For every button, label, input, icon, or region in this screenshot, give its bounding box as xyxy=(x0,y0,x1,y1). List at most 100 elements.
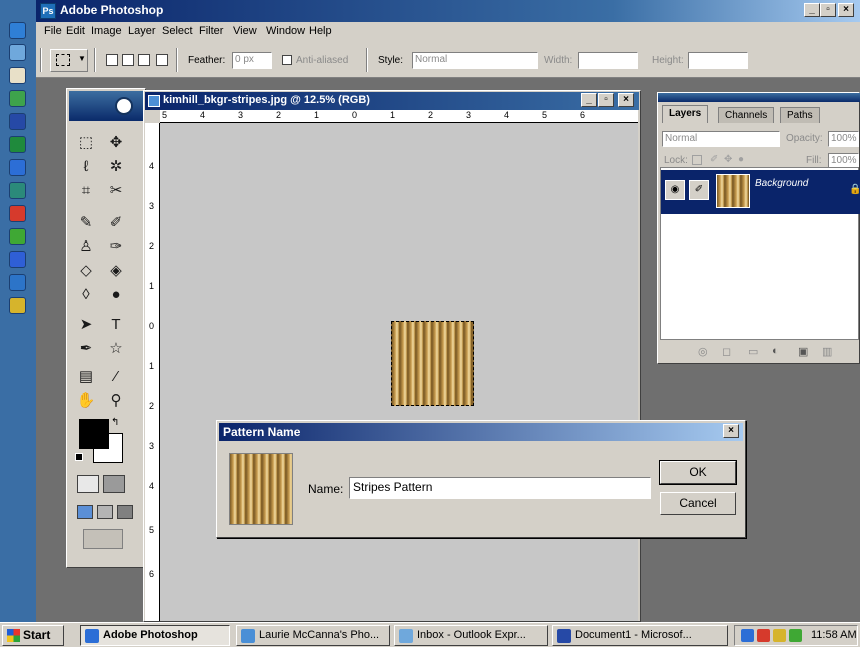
trash-icon[interactable]: ▥ xyxy=(822,345,832,358)
full-screen-menu-mode-icon[interactable] xyxy=(97,505,113,519)
toolbox-header-logo[interactable] xyxy=(69,91,143,121)
acrobat-icon[interactable] xyxy=(9,205,26,222)
pattern-name-input[interactable]: Stripes Pattern xyxy=(349,477,651,499)
eyedropper-tool-icon[interactable]: ⁄ xyxy=(105,367,127,387)
hand-tool-icon[interactable]: ✋ xyxy=(75,391,97,411)
shape-tool-icon[interactable]: ☆ xyxy=(105,339,127,359)
pen-tool-icon[interactable]: ✒ xyxy=(75,339,97,359)
dodge-tool-icon[interactable]: ● xyxy=(105,285,127,305)
tab-paths[interactable]: Paths xyxy=(780,107,820,123)
new-selection-icon[interactable] xyxy=(106,54,118,66)
menu-help[interactable]: Help xyxy=(309,25,332,37)
eye-icon[interactable]: ◉ xyxy=(665,180,685,200)
clone-stamp-tool-icon[interactable]: ♙ xyxy=(75,237,97,257)
doc-minimize-button[interactable]: _ xyxy=(581,93,597,107)
path-selection-tool-icon[interactable]: ➤ xyxy=(75,315,97,335)
brush-tool-icon[interactable]: ✐ xyxy=(105,213,127,233)
dreamweaver-icon[interactable] xyxy=(9,228,26,245)
width-input[interactable] xyxy=(578,52,638,69)
menu-view[interactable]: View xyxy=(233,25,257,37)
opacity-input[interactable]: 100% xyxy=(828,131,859,147)
magic-wand-tool-icon[interactable]: ✲ xyxy=(105,157,127,177)
menu-filter[interactable]: Filter xyxy=(199,25,223,37)
lock-position-icon[interactable]: ✥ xyxy=(724,154,732,165)
media-icon[interactable] xyxy=(9,67,26,84)
new-layer-icon[interactable]: ▣ xyxy=(798,345,808,358)
start-button[interactable]: Start xyxy=(2,625,64,646)
lock-pixels-icon[interactable]: ✐ xyxy=(710,154,718,165)
lasso-tool-icon[interactable]: ℓ xyxy=(75,157,97,177)
marquee-tool-icon[interactable]: ⬚ xyxy=(75,133,97,153)
feather-input[interactable]: 0 px xyxy=(232,52,272,69)
network-icon[interactable] xyxy=(9,297,26,314)
layer-row-background[interactable]: ◉ ✐ Background 🔒 xyxy=(661,170,860,214)
ruler-top[interactable]: 5 4 3 2 1 0 1 2 3 4 5 6 xyxy=(160,110,638,123)
tool-preset-picker[interactable]: ▼ xyxy=(50,49,88,72)
type-tool-icon[interactable]: T xyxy=(105,315,127,335)
blend-mode-select[interactable]: Normal xyxy=(662,131,780,147)
paint-bucket-tool-icon[interactable]: ◈ xyxy=(105,261,127,281)
messenger-tray-icon[interactable] xyxy=(773,629,786,642)
ruler-left[interactable]: 4 3 2 1 0 1 2 3 4 5 6 xyxy=(145,123,160,621)
blur-tool-icon[interactable]: ◊ xyxy=(75,285,97,305)
slice-tool-icon[interactable]: ✂ xyxy=(105,181,127,201)
taskbar-item-word[interactable]: Document1 - Microsof... xyxy=(552,625,728,646)
menu-select[interactable]: Select xyxy=(162,25,193,37)
eraser-tool-icon[interactable]: ◇ xyxy=(75,261,97,281)
jump-to-imageready-icon[interactable] xyxy=(83,529,123,549)
taskbar-item-browser[interactable]: Laurie McCanna's Pho... xyxy=(236,625,390,646)
pen-icon[interactable] xyxy=(9,251,26,268)
volume-tray-icon[interactable] xyxy=(789,629,802,642)
menu-file[interactable]: File xyxy=(44,25,62,37)
add-selection-icon[interactable] xyxy=(122,54,134,66)
default-colors-icon[interactable] xyxy=(75,453,83,461)
tab-layers[interactable]: Layers xyxy=(662,105,709,123)
layer-set-icon[interactable]: ▭ xyxy=(748,345,758,358)
taskbar-item-outlook[interactable]: Inbox - Outlook Expr... xyxy=(394,625,548,646)
dialog-title-bar[interactable]: Pattern Name × xyxy=(219,423,743,441)
outlook-icon[interactable] xyxy=(9,44,26,61)
doc-maximize-button[interactable]: ▫ xyxy=(598,93,614,107)
menu-edit[interactable]: Edit xyxy=(66,25,85,37)
close-button[interactable]: × xyxy=(838,3,854,17)
ok-button[interactable]: OK xyxy=(659,460,737,485)
style-select[interactable]: Normal xyxy=(412,52,538,69)
internet-explorer-icon[interactable] xyxy=(9,22,26,39)
swap-colors-icon[interactable]: ↰ xyxy=(111,417,119,428)
lock-transparency-icon[interactable] xyxy=(692,155,702,165)
stripes-image-canvas[interactable] xyxy=(391,321,474,406)
adjustment-layer-icon[interactable]: ◐ xyxy=(772,345,779,357)
layer-mask-icon[interactable]: ◻ xyxy=(722,345,731,358)
lock-all-icon[interactable]: ● xyxy=(738,154,744,165)
palette-grip-bar[interactable] xyxy=(658,93,860,102)
network-tray-icon[interactable] xyxy=(741,629,754,642)
standard-mode-icon[interactable] xyxy=(77,475,99,493)
maximize-button[interactable]: ▫ xyxy=(820,3,836,17)
intersect-selection-icon[interactable] xyxy=(156,54,168,66)
standard-screen-mode-icon[interactable] xyxy=(77,505,93,519)
options-grip[interactable] xyxy=(40,48,42,72)
app-title-bar[interactable]: Ps Adobe Photoshop _ ▫ × xyxy=(36,0,860,22)
menu-image[interactable]: Image xyxy=(91,25,122,37)
word-icon[interactable] xyxy=(9,113,26,130)
subtract-selection-icon[interactable] xyxy=(138,54,150,66)
history-brush-tool-icon[interactable]: ✑ xyxy=(105,237,127,257)
minimize-button[interactable]: _ xyxy=(804,3,820,17)
menu-window[interactable]: Window xyxy=(266,25,305,37)
excel-icon[interactable] xyxy=(9,136,26,153)
layer-style-icon[interactable]: ◎ xyxy=(698,345,708,358)
menu-layer[interactable]: Layer xyxy=(128,25,156,37)
anti-aliased-checkbox[interactable] xyxy=(282,55,292,65)
tab-channels[interactable]: Channels xyxy=(718,107,775,123)
doc-close-button[interactable]: × xyxy=(618,93,634,107)
quick-mask-mode-icon[interactable] xyxy=(103,475,125,493)
dialog-close-button[interactable]: × xyxy=(723,424,739,438)
full-screen-mode-icon[interactable] xyxy=(117,505,133,519)
move-tool-icon[interactable]: ✥ xyxy=(105,133,127,153)
taskbar-item-photoshop[interactable]: Adobe Photoshop xyxy=(80,625,230,646)
security-tray-icon[interactable] xyxy=(757,629,770,642)
notes-tool-icon[interactable]: ▤ xyxy=(75,367,97,387)
app-icon[interactable] xyxy=(9,159,26,176)
tool-icon[interactable] xyxy=(9,90,26,107)
healing-brush-tool-icon[interactable]: ✎ xyxy=(75,213,97,233)
